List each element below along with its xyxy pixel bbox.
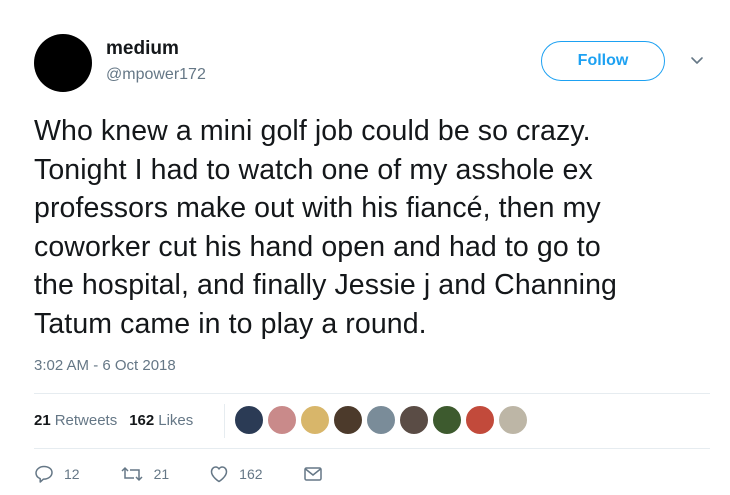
likes-stat[interactable]: 162 Likes [129, 412, 193, 429]
tweet-line: professors make out with his fiancé, the… [34, 192, 601, 224]
like-count: 162 [239, 466, 263, 482]
retweet-icon [121, 466, 143, 482]
liker-avatar[interactable] [366, 405, 396, 435]
reply-button[interactable]: 12 [34, 465, 80, 483]
tweet-line: Tonight I had to watch one of my asshole… [34, 153, 593, 186]
tweet-text: Who knew a mini golf job could be so cra… [34, 112, 714, 343]
user-handle[interactable]: @mpower172 [106, 66, 206, 84]
liker-avatar[interactable] [465, 405, 495, 435]
heart-icon [210, 466, 228, 483]
likers-avatars [234, 405, 531, 435]
retweet-count: 21 [153, 466, 170, 482]
tweet-line: coworker cut his hand open and had to go… [34, 230, 601, 263]
follow-button[interactable]: Follow [541, 41, 665, 81]
reply-count: 12 [64, 466, 80, 482]
divider [34, 393, 710, 394]
liker-avatar[interactable] [300, 405, 330, 435]
envelope-icon [303, 467, 322, 481]
liker-avatar[interactable] [498, 405, 528, 435]
tweet-line: Who knew a mini golf job could be so cra… [34, 115, 591, 147]
liker-avatar[interactable] [432, 405, 462, 435]
liker-avatar[interactable] [267, 405, 297, 435]
likes-count: 162 [129, 412, 155, 429]
tweet-line: Tatum came in to play a round. [34, 307, 427, 340]
divider [34, 448, 710, 449]
divider [224, 404, 225, 438]
reply-icon [35, 465, 53, 483]
tweet-actions: 12 21 162 [34, 465, 373, 483]
retweets-count: 21 [34, 412, 51, 429]
engagement-stats: 21 Retweets 162 Likes [34, 412, 205, 429]
liker-avatar[interactable] [399, 405, 429, 435]
liker-avatar[interactable] [234, 405, 264, 435]
tweet-timestamp[interactable]: 3:02 AM - 6 Oct 2018 [34, 357, 176, 374]
direct-message-button[interactable] [303, 466, 333, 482]
avatar[interactable] [34, 34, 92, 92]
likes-label: Likes [158, 412, 194, 429]
like-button[interactable]: 162 [209, 465, 263, 483]
retweets-label: Retweets [54, 412, 118, 429]
tweet-line: the hospital, and finally Jessie j and C… [34, 269, 617, 301]
chevron-down-icon[interactable] [689, 52, 705, 68]
retweets-stat[interactable]: 21 Retweets [34, 412, 117, 429]
display-name[interactable]: medium [106, 38, 179, 60]
retweet-button[interactable]: 21 [120, 465, 170, 483]
liker-avatar[interactable] [333, 405, 363, 435]
